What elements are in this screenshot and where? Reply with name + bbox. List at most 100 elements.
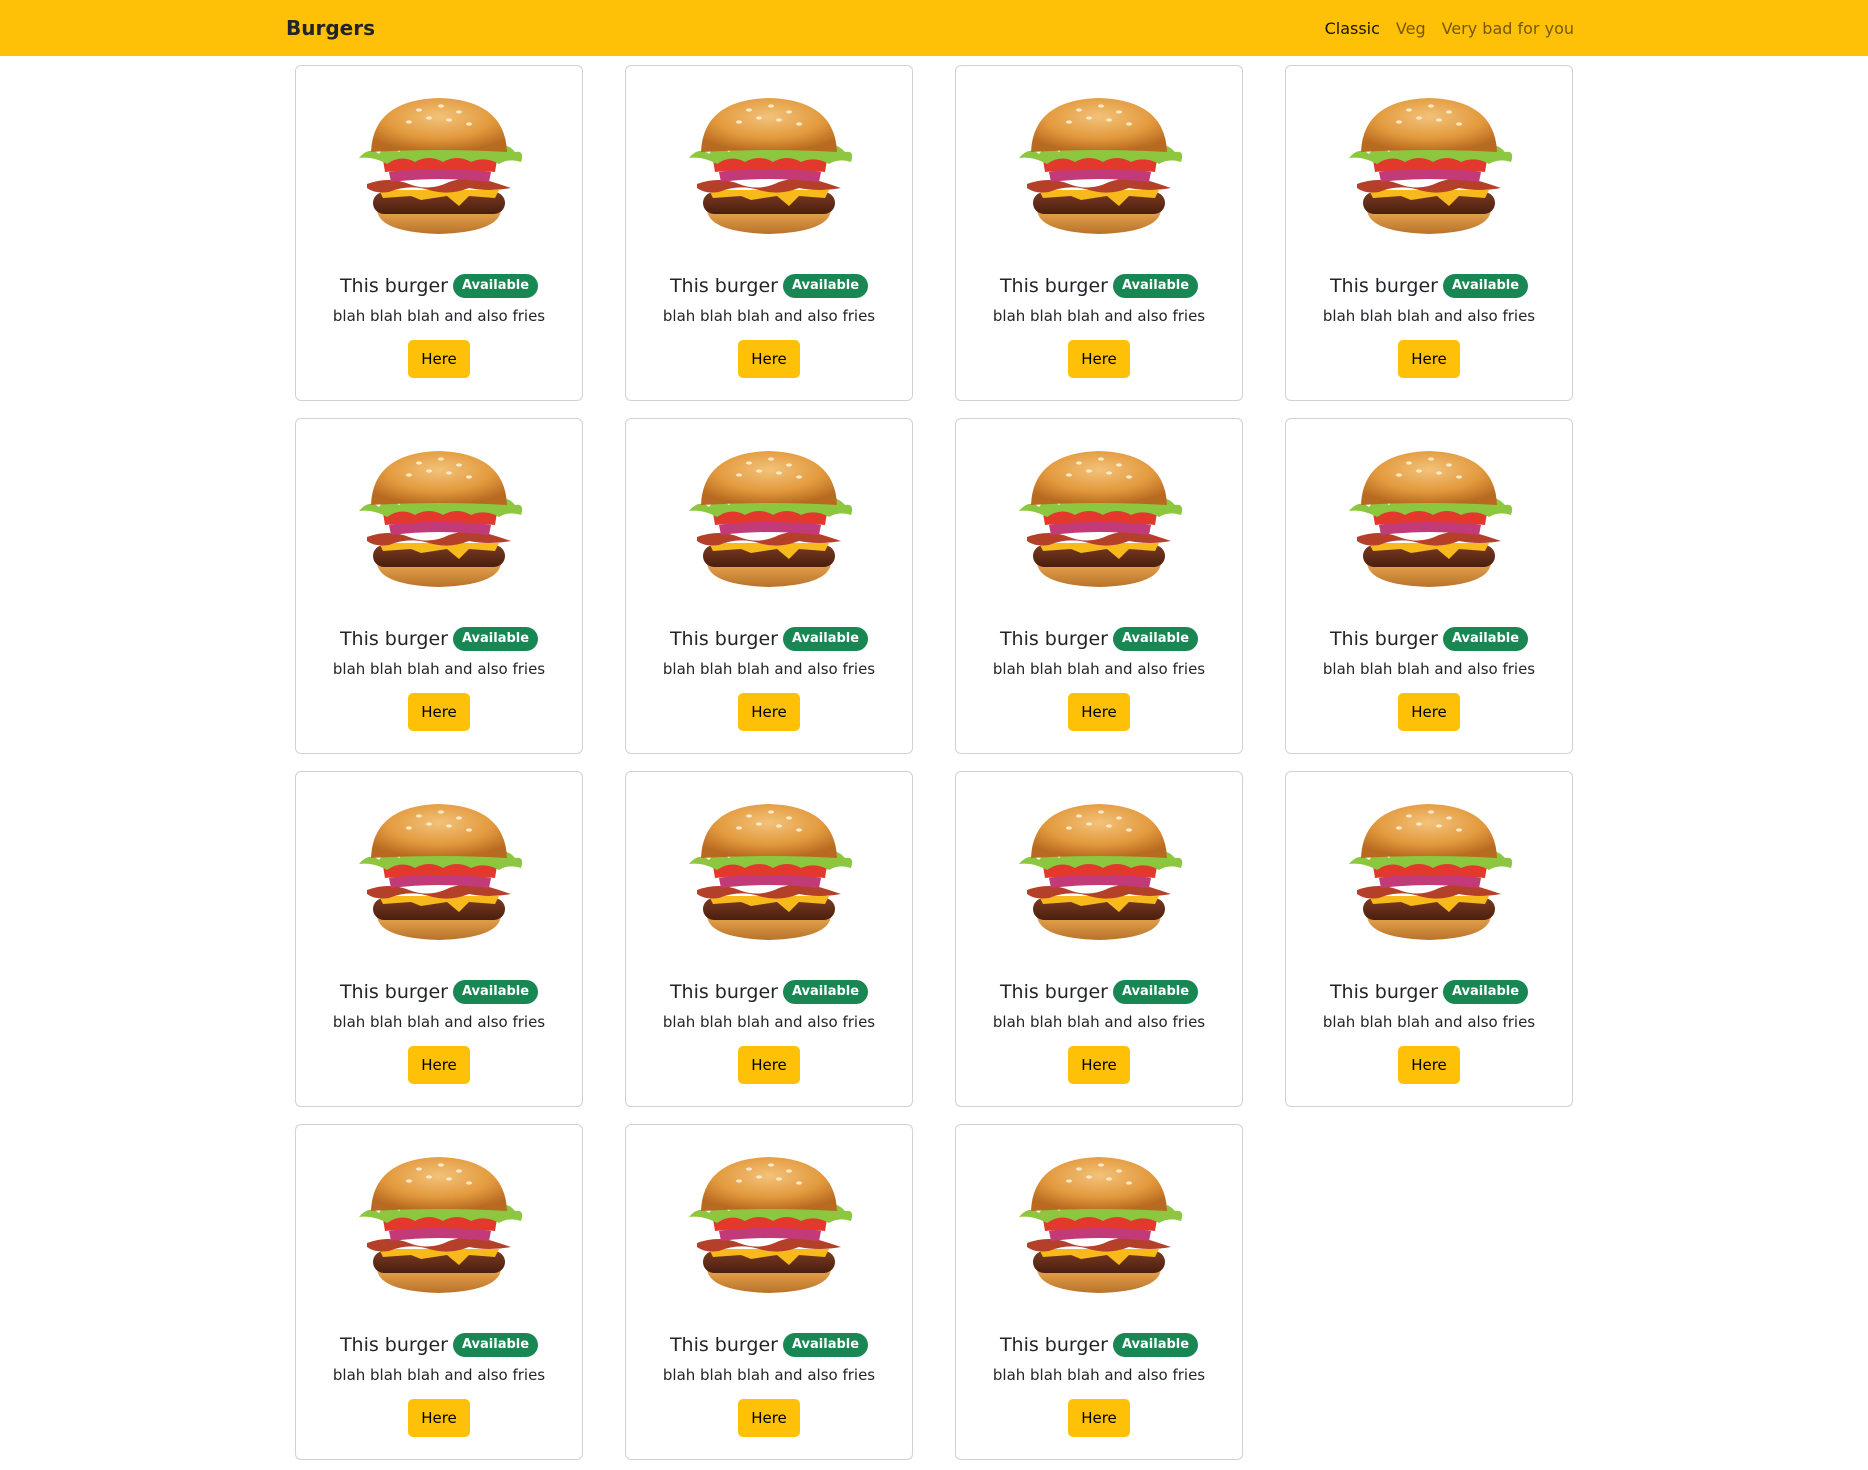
availability-badge: Available [452,627,539,651]
card-title-row: This burger Available [339,274,539,298]
burger-image [349,798,529,944]
burger-image [1009,92,1189,238]
burger-image [1339,92,1519,238]
here-button[interactable]: Here [1068,1046,1130,1084]
availability-badge: Available [452,980,539,1004]
availability-badge: Available [782,274,869,298]
availability-badge: Available [452,1333,539,1357]
burger-card: This burger Available blah blah blah and… [295,771,583,1107]
card-title-row: This burger Available [669,1333,869,1357]
availability-badge: Available [1112,980,1199,1004]
burger-image [1009,1151,1189,1297]
burger-image [1339,445,1519,591]
card-title-row: This burger Available [1329,627,1529,651]
card-title: This burger [339,628,448,650]
card-title-row: This burger Available [669,980,869,1004]
card-title: This burger [1329,628,1438,650]
card-title-row: This burger Available [1000,274,1199,298]
burger-card: This burger Available blah blah blah and… [625,771,913,1107]
availability-badge: Available [782,1333,869,1357]
nav-link-very-bad-for-you[interactable]: Very bad for you [1442,19,1574,38]
burger-card: This burger Available blah blah blah and… [955,65,1243,401]
here-button[interactable]: Here [1068,1399,1130,1437]
availability-badge: Available [1442,980,1529,1004]
card-description: blah blah blah and also fries [662,1366,876,1384]
burger-card: This burger Available blah blah blah and… [1285,418,1573,754]
burger-card-grid: This burger Available blah blah blah and… [295,65,1573,1460]
burger-image [679,445,859,591]
burger-image [349,445,529,591]
card-description: blah blah blah and also fries [332,660,546,678]
navbar-brand[interactable]: Burgers [286,0,375,56]
here-button[interactable]: Here [1398,1046,1460,1084]
availability-badge: Available [1112,274,1199,298]
here-button[interactable]: Here [408,1046,470,1084]
card-description: blah blah blah and also fries [992,660,1206,678]
card-description: blah blah blah and also fries [332,1366,546,1384]
card-title: This burger [669,628,778,650]
burger-card: This burger Available blah blah blah and… [1285,771,1573,1107]
card-title: This burger [339,1334,448,1356]
card-title: This burger [1329,275,1438,297]
burger-card: This burger Available blah blah blah and… [955,1124,1243,1460]
availability-badge: Available [1112,1333,1199,1357]
availability-badge: Available [1442,627,1529,651]
here-button[interactable]: Here [408,693,470,731]
here-button[interactable]: Here [1398,693,1460,731]
card-description: blah blah blah and also fries [332,1013,546,1031]
card-title: This burger [669,981,778,1003]
card-title: This burger [339,981,448,1003]
burger-image [1339,798,1519,944]
here-button[interactable]: Here [1398,340,1460,378]
card-title: This burger [669,275,778,297]
card-title: This burger [339,275,448,297]
here-button[interactable]: Here [738,693,800,731]
here-button[interactable]: Here [408,1399,470,1437]
burger-image [679,1151,859,1297]
card-description: blah blah blah and also fries [662,660,876,678]
here-button[interactable]: Here [738,1399,800,1437]
burger-card: This burger Available blah blah blah and… [955,418,1243,754]
card-title-row: This burger Available [339,980,539,1004]
burger-card: This burger Available blah blah blah and… [625,418,913,754]
burger-card: This burger Available blah blah blah and… [295,1124,583,1460]
burger-image [349,92,529,238]
nav-links: Classic Veg Very bad for you [1325,0,1574,56]
card-title-row: This burger Available [1329,980,1529,1004]
burger-image [1009,798,1189,944]
card-description: blah blah blah and also fries [1322,307,1536,325]
burger-card: This burger Available blah blah blah and… [295,418,583,754]
burger-card: This burger Available blah blah blah and… [625,1124,913,1460]
burger-image [1009,445,1189,591]
availability-badge: Available [782,980,869,1004]
here-button[interactable]: Here [408,340,470,378]
here-button[interactable]: Here [1068,340,1130,378]
nav-link-classic[interactable]: Classic [1325,19,1380,38]
card-title-row: This burger Available [669,274,869,298]
here-button[interactable]: Here [738,340,800,378]
card-description: blah blah blah and also fries [1322,1013,1536,1031]
navbar: Burgers Classic Veg Very bad for you [0,0,1868,56]
burger-image [679,92,859,238]
card-title: This burger [1329,981,1438,1003]
card-title-row: This burger Available [1000,1333,1199,1357]
card-title: This burger [669,1334,778,1356]
burger-card: This burger Available blah blah blah and… [295,65,583,401]
availability-badge: Available [782,627,869,651]
card-description: blah blah blah and also fries [1322,660,1536,678]
nav-link-veg[interactable]: Veg [1396,19,1426,38]
card-title-row: This burger Available [1000,980,1199,1004]
here-button[interactable]: Here [1068,693,1130,731]
card-title-row: This burger Available [1329,274,1529,298]
card-description: blah blah blah and also fries [662,307,876,325]
here-button[interactable]: Here [738,1046,800,1084]
card-description: blah blah blah and also fries [992,1366,1206,1384]
burger-card: This burger Available blah blah blah and… [955,771,1243,1107]
burger-image [679,798,859,944]
card-description: blah blah blah and also fries [992,1013,1206,1031]
availability-badge: Available [452,274,539,298]
burger-card: This burger Available blah blah blah and… [1285,65,1573,401]
card-description: blah blah blah and also fries [992,307,1206,325]
burger-card: This burger Available blah blah blah and… [625,65,913,401]
card-title-row: This burger Available [669,627,869,651]
